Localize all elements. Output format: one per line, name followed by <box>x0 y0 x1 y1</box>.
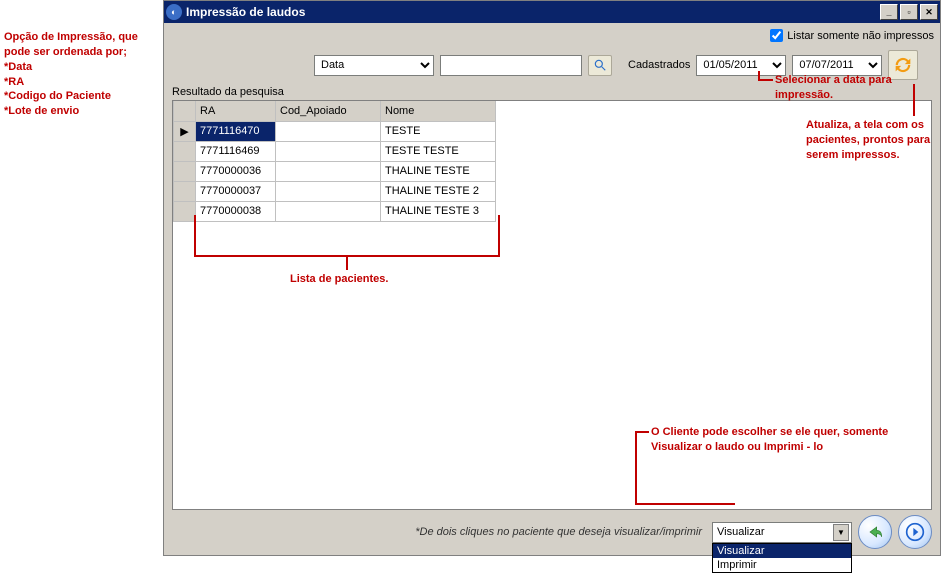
cell-nome[interactable]: THALINE TESTE 3 <box>381 201 496 221</box>
row-indicator <box>174 181 196 201</box>
cell-ra[interactable]: 7770000036 <box>196 161 276 181</box>
list-unprinted-checkbox[interactable] <box>770 29 783 42</box>
sort-combo[interactable]: Data <box>314 55 434 76</box>
refresh-button[interactable] <box>888 50 918 80</box>
close-button[interactable]: ✕ <box>920 4 938 20</box>
table-row[interactable]: 7770000037 THALINE TESTE 2 <box>174 181 496 201</box>
app-window: ◐ Impressão de laudos _ ▫ ✕ Listar somen… <box>163 0 941 556</box>
confirm-button[interactable] <box>858 515 892 549</box>
results-grid[interactable]: RA Cod_Apoiado Nome ▶7771116470TESTE7771… <box>172 100 932 510</box>
cell-cod[interactable] <box>276 141 381 161</box>
cell-nome[interactable]: THALINE TESTE <box>381 161 496 181</box>
table-row[interactable]: 7770000038 THALINE TESTE 3 <box>174 201 496 221</box>
results-label: Resultado da pesquisa <box>164 84 940 98</box>
col-header-nome[interactable]: Nome <box>381 101 496 121</box>
maximize-button[interactable]: ▫ <box>900 4 918 20</box>
return-arrow-icon <box>865 522 885 542</box>
action-option[interactable]: Visualizar <box>713 544 851 558</box>
cell-ra[interactable]: 7770000037 <box>196 181 276 201</box>
row-indicator <box>174 161 196 181</box>
cell-nome[interactable]: THALINE TESTE 2 <box>381 181 496 201</box>
cell-ra[interactable]: 7771116469 <box>196 141 276 161</box>
table-row[interactable]: 7770000036 THALINE TESTE <box>174 161 496 181</box>
action-dropdown-list[interactable]: Visualizar Imprimir <box>712 543 852 573</box>
action-option[interactable]: Imprimir <box>713 558 851 572</box>
list-unprinted-label: Listar somente não impressos <box>787 30 934 42</box>
chevron-down-icon: ▼ <box>833 524 849 541</box>
cell-cod[interactable] <box>276 161 381 181</box>
window-title: Impressão de laudos <box>186 5 880 19</box>
annotation-sort-hint: Opção de Impressão, que pode ser ordenad… <box>4 30 164 60</box>
titlebar: ◐ Impressão de laudos _ ▫ ✕ <box>164 1 940 23</box>
col-header-ra[interactable]: RA <box>196 101 276 121</box>
row-indicator <box>174 141 196 161</box>
cell-cod[interactable] <box>276 121 381 141</box>
refresh-icon <box>892 54 914 76</box>
cell-nome[interactable]: TESTE <box>381 121 496 141</box>
footer-hint: *De dois cliques no paciente que deseja … <box>415 526 702 538</box>
next-arrow-icon <box>905 522 925 542</box>
cell-cod[interactable] <box>276 181 381 201</box>
annotation-sort-item: *Lote de envio <box>4 104 164 119</box>
search-input[interactable] <box>440 55 582 76</box>
action-combo-value: Visualizar <box>717 526 765 538</box>
date-to-combo[interactable]: 07/07/2011 <box>792 55 882 76</box>
annotation-sort-item: *Codigo do Paciente <box>4 89 164 104</box>
annotation-sort-item: *RA <box>4 75 164 90</box>
row-indicator: ▶ <box>174 121 196 141</box>
cell-ra[interactable]: 7771116470 <box>196 121 276 141</box>
cell-ra[interactable]: 7770000038 <box>196 201 276 221</box>
forward-button[interactable] <box>898 515 932 549</box>
cell-cod[interactable] <box>276 201 381 221</box>
search-icon <box>593 58 607 72</box>
table-row[interactable]: ▶7771116470 TESTE <box>174 121 496 141</box>
cell-nome[interactable]: TESTE TESTE <box>381 141 496 161</box>
col-header-cod[interactable]: Cod_Apoiado <box>276 101 381 121</box>
app-icon: ◐ <box>166 4 182 20</box>
row-header-corner <box>174 101 196 121</box>
annotation-sort-item: *Data <box>4 60 164 75</box>
action-combo[interactable]: Visualizar ▼ <box>712 522 852 543</box>
minimize-button[interactable]: _ <box>880 4 898 20</box>
cadastrados-label: Cadastrados <box>628 59 690 71</box>
search-button[interactable] <box>588 55 612 76</box>
table-row[interactable]: 7771116469 TESTE TESTE <box>174 141 496 161</box>
row-indicator <box>174 201 196 221</box>
date-from-combo[interactable]: 01/05/2011 <box>696 55 786 76</box>
